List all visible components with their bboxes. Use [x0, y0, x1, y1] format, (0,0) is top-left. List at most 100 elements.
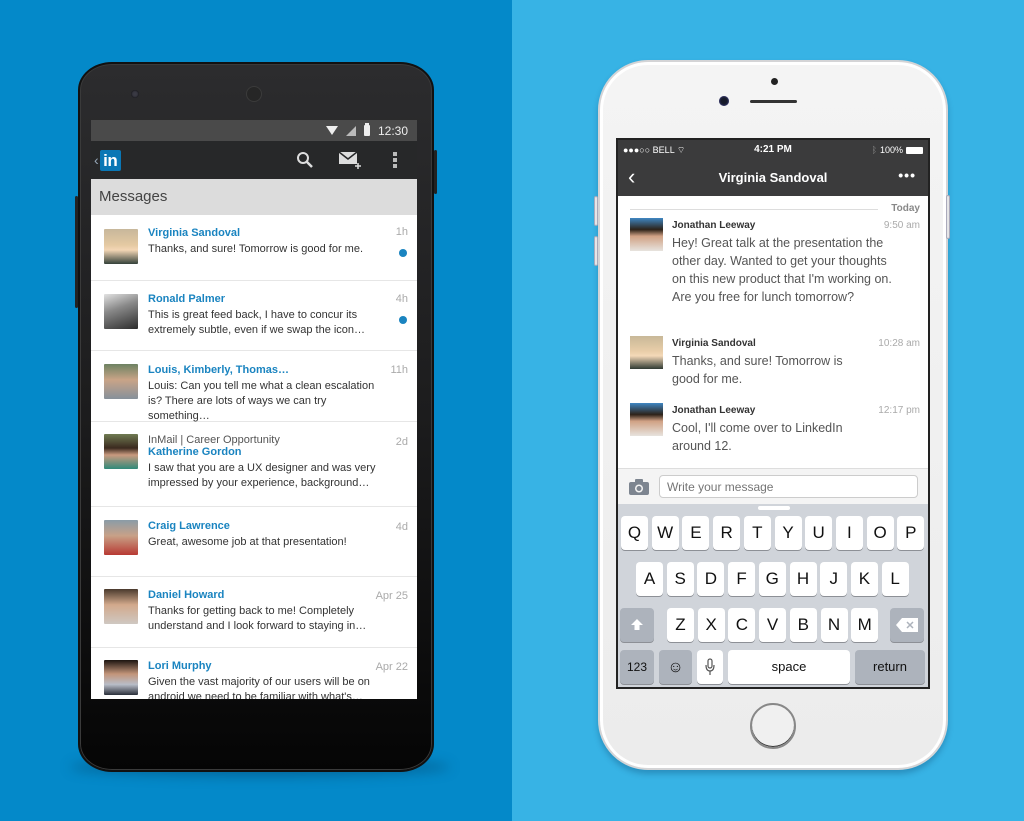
key-b[interactable]: B: [789, 608, 817, 642]
message-sender: Virginia Sandoval: [672, 338, 756, 349]
iphone-power-button: [946, 195, 950, 239]
emoji-key[interactable]: ☺: [659, 650, 692, 684]
avatar: [104, 364, 138, 399]
key-u[interactable]: U: [805, 516, 833, 550]
sender-name: Lori Murphy: [148, 660, 212, 672]
message-list-item[interactable]: Virginia Sandoval Thanks, and sure! Tomo…: [91, 215, 417, 281]
key-r[interactable]: R: [713, 516, 741, 550]
message-thread: Today Jonathan Leeway 9:50 am Hey! Great…: [618, 196, 928, 468]
unread-dot: [399, 316, 407, 324]
avatar: [104, 589, 138, 624]
message-preview: Given the vast majority of our users wil…: [148, 676, 370, 699]
message-time: Apr 22: [375, 661, 408, 673]
key-h[interactable]: H: [789, 562, 817, 596]
android-power-button: [434, 150, 437, 194]
shift-icon: [631, 619, 643, 630]
bluetooth-icon: ᛒ: [871, 145, 877, 155]
sender-name: Ronald Palmer: [148, 293, 226, 305]
status-time: 12:30: [377, 123, 408, 138]
key-z[interactable]: Z: [667, 608, 694, 642]
battery-percent: 100%: [879, 145, 903, 155]
message-time: 1h: [395, 226, 408, 238]
more-options-button[interactable]: •••: [898, 167, 916, 183]
android-speaker: [246, 86, 262, 102]
android-status-bar: 12:30: [91, 120, 417, 141]
conversation-title: Virginia Sandoval: [718, 170, 828, 185]
message-subject: InMail | Career Opportunity: [148, 434, 280, 446]
key-k[interactable]: K: [850, 562, 878, 596]
date-divider: [630, 209, 878, 210]
avatar: [104, 229, 138, 264]
key-j[interactable]: J: [820, 562, 848, 596]
avatar: [104, 660, 138, 695]
sender-name: Virginia Sandoval: [148, 227, 241, 239]
key-v[interactable]: V: [759, 608, 787, 642]
message-text: Hey! Great talk at the presentation the …: [672, 236, 892, 304]
message-list-item[interactable]: InMail | Career Opportunity Katherine Go…: [91, 422, 417, 507]
camera-button[interactable]: [629, 479, 649, 500]
key-q[interactable]: Q: [621, 516, 648, 550]
android-screen: 12:30 ‹ in Messages Virginia Sandoval Th…: [91, 120, 417, 699]
shift-key[interactable]: [620, 608, 654, 642]
message-input[interactable]: [659, 475, 918, 498]
key-l[interactable]: L: [881, 562, 909, 596]
message-preview: Louis: Can you tell me what a clean esca…: [148, 380, 375, 422]
key-e[interactable]: E: [682, 516, 710, 550]
message-list-item[interactable]: Craig Lawrence Great, awesome job at tha…: [91, 507, 417, 577]
keyboard-grabber[interactable]: [758, 506, 790, 510]
avatar: [630, 403, 663, 436]
numbers-key[interactable]: 123: [620, 650, 654, 684]
delete-key[interactable]: [890, 608, 924, 642]
message-time: 4h: [395, 293, 408, 305]
message-preview: Thanks for getting back to me! Completel…: [148, 605, 367, 632]
camera-icon: [629, 479, 649, 495]
message-preview: Great, awesome job at that presentation!: [148, 536, 347, 548]
dictation-key[interactable]: [697, 650, 723, 684]
sender-name: Craig Lawrence: [148, 520, 230, 532]
overflow-menu-button[interactable]: [372, 141, 417, 179]
iphone-speaker: [750, 100, 797, 103]
key-y[interactable]: Y: [774, 516, 802, 550]
message-sender: Jonathan Leeway: [672, 405, 756, 416]
message-list-item[interactable]: Lori Murphy Given the vast majority of o…: [91, 648, 417, 699]
home-button[interactable]: [750, 703, 796, 749]
message-list-item[interactable]: Louis, Kimberly, Thomas… Louis: Can you …: [91, 351, 417, 422]
return-key[interactable]: return: [855, 650, 925, 684]
message-time: 12:17 pm: [878, 405, 920, 416]
key-g[interactable]: G: [758, 562, 786, 596]
message-preview: I saw that you are a UX designer and was…: [148, 462, 376, 489]
avatar: [104, 520, 138, 555]
key-t[interactable]: T: [743, 516, 771, 550]
sender-name: Louis, Kimberly, Thomas…: [148, 364, 289, 376]
avatar: [104, 294, 138, 329]
avatar: [630, 218, 663, 251]
space-key[interactable]: space: [728, 650, 850, 684]
message-time: Apr 25: [375, 590, 408, 602]
key-n[interactable]: N: [820, 608, 848, 642]
key-i[interactable]: I: [835, 516, 863, 550]
key-m[interactable]: M: [851, 608, 879, 642]
message-list-item[interactable]: Ronald Palmer This is great feed back, I…: [91, 281, 417, 351]
wifi-icon: [325, 126, 338, 135]
key-a[interactable]: A: [636, 562, 663, 596]
back-chevron-icon[interactable]: ‹: [94, 152, 99, 168]
key-c[interactable]: C: [728, 608, 756, 642]
key-o[interactable]: O: [866, 516, 894, 550]
search-button[interactable]: [282, 141, 327, 179]
android-front-camera: [131, 90, 139, 98]
linkedin-logo[interactable]: in: [99, 149, 121, 171]
key-w[interactable]: W: [651, 516, 679, 550]
microphone-icon: [705, 658, 715, 675]
key-f[interactable]: F: [728, 562, 756, 596]
key-x[interactable]: X: [697, 608, 725, 642]
key-s[interactable]: S: [666, 562, 694, 596]
keyboard: QWERTYUIOP ASDFGHJKL ZXCVBNM 123 ☺ space…: [618, 504, 928, 687]
key-d[interactable]: D: [697, 562, 725, 596]
battery-icon: [363, 123, 370, 136]
iphone-volume-down-button: [594, 236, 598, 266]
key-p[interactable]: P: [897, 516, 925, 550]
ios-status-bar: ●●●○○ BELL ⌔ 4:21 PM ᛒ 100%: [618, 140, 928, 160]
message-list-item[interactable]: Daniel Howard Thanks for getting back to…: [91, 577, 417, 648]
compose-button[interactable]: [327, 141, 372, 179]
avatar: [630, 336, 663, 369]
